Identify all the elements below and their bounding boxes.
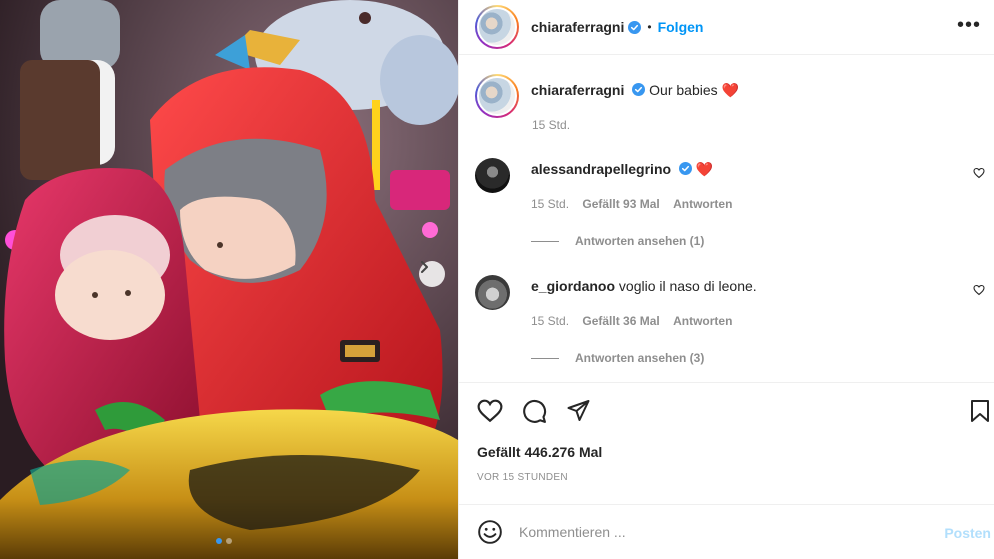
caption-text: Our babies <box>649 82 718 98</box>
comment-likes[interactable]: Gefällt 36 Mal <box>582 314 659 328</box>
next-image-button[interactable] <box>419 261 445 287</box>
follow-button[interactable]: Folgen <box>658 19 704 35</box>
view-replies-label: Antworten ansehen (3) <box>575 351 705 365</box>
commenter-avatar[interactable] <box>475 158 510 193</box>
reply-button[interactable]: Antworten <box>673 197 732 211</box>
comment-likes[interactable]: Gefällt 93 Mal <box>582 197 659 211</box>
commenter-avatar[interactable] <box>475 275 510 310</box>
like-heart-icon[interactable] <box>477 399 503 423</box>
verified-badge-icon <box>632 83 646 96</box>
carousel-indicator <box>216 538 232 544</box>
post-header: chiaraferragni • Folgen ••• <box>459 0 994 55</box>
save-bookmark-icon[interactable] <box>969 399 991 423</box>
reply-button[interactable]: Antworten <box>673 314 732 328</box>
comment-input[interactable] <box>519 524 919 540</box>
likes-count[interactable]: Gefällt 446.276 Mal <box>477 444 602 460</box>
post-comment-button[interactable]: Posten <box>944 525 991 541</box>
view-replies-button[interactable]: Antworten ansehen (3) <box>531 351 704 365</box>
post-timestamp: VOR 15 STUNDEN <box>477 472 568 483</box>
like-comment-heart-icon[interactable] <box>973 284 985 296</box>
more-options-icon[interactable]: ••• <box>957 14 981 37</box>
comment-time: 15 Std. <box>531 197 570 211</box>
author-avatar[interactable] <box>475 5 519 49</box>
comment-text: voglio il naso di leone. <box>618 278 757 294</box>
post-photo[interactable] <box>0 0 458 559</box>
comment-time: 15 Std. <box>531 314 570 328</box>
author-username[interactable]: chiaraferragni <box>531 19 624 35</box>
caption-time: 15 Std. <box>532 118 571 132</box>
header-separator: • <box>647 20 652 34</box>
action-bar <box>459 382 994 442</box>
red-heart-emoji: ❤️ <box>721 82 739 98</box>
carousel-dot-active <box>216 538 222 544</box>
comment-composer: Posten <box>459 504 994 559</box>
like-comment-heart-icon[interactable] <box>973 167 985 179</box>
post-details-panel: chiaraferragni • Folgen ••• chiaraferrag… <box>458 0 994 559</box>
caption-author-avatar[interactable] <box>475 74 519 118</box>
carousel-dot <box>226 538 232 544</box>
view-replies-button[interactable]: Antworten ansehen (1) <box>531 234 704 248</box>
photo-illustration <box>0 0 458 559</box>
comment-bubble-icon[interactable] <box>522 399 547 424</box>
emoji-smiley-icon[interactable] <box>477 519 503 545</box>
view-replies-label: Antworten ansehen (1) <box>575 234 705 248</box>
commenter-username[interactable]: alessandrapellegrino <box>531 161 671 177</box>
verified-badge-icon <box>628 20 642 34</box>
instagram-post: chiaraferragni • Folgen ••• chiaraferrag… <box>0 0 994 559</box>
chevron-right-icon <box>421 261 428 273</box>
verified-badge-icon <box>678 162 692 175</box>
post-caption: chiaraferragni Our babies ❤️ 15 Std. <box>475 74 739 132</box>
commenter-username[interactable]: e_giordanoo <box>531 278 615 294</box>
caption-username[interactable]: chiaraferragni <box>531 82 624 98</box>
share-paper-plane-icon[interactable] <box>566 399 591 423</box>
red-heart-emoji: ❤️ <box>695 161 714 177</box>
